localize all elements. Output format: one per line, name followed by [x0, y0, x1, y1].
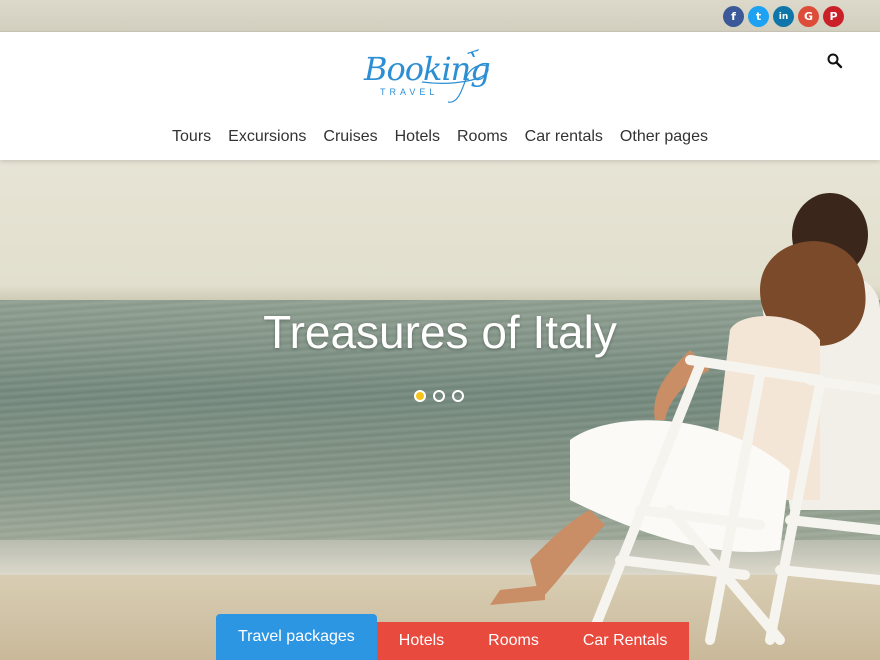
hero-couple-image [490, 193, 880, 645]
social-links: f t in G P [723, 6, 844, 27]
nav-tours[interactable]: Tours [172, 128, 211, 146]
site-header: Booking TRAVEL Tours Excursions Cruises … [0, 32, 880, 160]
slider-dot-2[interactable] [433, 390, 445, 402]
hero-title: Treasures of Italy [263, 306, 617, 358]
twitter-icon[interactable]: t [748, 6, 769, 27]
nav-rooms[interactable]: Rooms [457, 128, 508, 146]
nav-hotels[interactable]: Hotels [395, 128, 440, 146]
nav-cruises[interactable]: Cruises [323, 128, 377, 146]
slider-dot-1[interactable] [414, 390, 426, 402]
slider-dots [414, 390, 464, 402]
linkedin-icon[interactable]: in [773, 6, 794, 27]
tab-hotels[interactable]: Hotels [376, 622, 467, 660]
tab-travel-packages[interactable]: Travel packages [216, 614, 377, 660]
tab-car-rentals[interactable]: Car Rentals [560, 622, 690, 660]
pinterest-icon[interactable]: P [823, 6, 844, 27]
google-plus-icon[interactable]: G [798, 6, 819, 27]
hero-slider: Treasures of Italy [0, 160, 880, 660]
social-bar: f t in G P [0, 0, 880, 32]
nav-other-pages[interactable]: Other pages [620, 128, 708, 146]
logo[interactable]: Booking TRAVEL [362, 46, 494, 104]
search-tabs: Travel packages Hotels Rooms Car Rentals [216, 614, 690, 660]
nav-excursions[interactable]: Excursions [228, 128, 306, 146]
search-icon[interactable] [826, 52, 844, 70]
logo-swoosh [421, 64, 489, 103]
nav-car-rentals[interactable]: Car rentals [525, 128, 603, 146]
slider-dot-3[interactable] [452, 390, 464, 402]
main-nav: Tours Excursions Cruises Hotels Rooms Ca… [0, 128, 880, 146]
tab-rooms[interactable]: Rooms [466, 622, 561, 660]
facebook-icon[interactable]: f [723, 6, 744, 27]
